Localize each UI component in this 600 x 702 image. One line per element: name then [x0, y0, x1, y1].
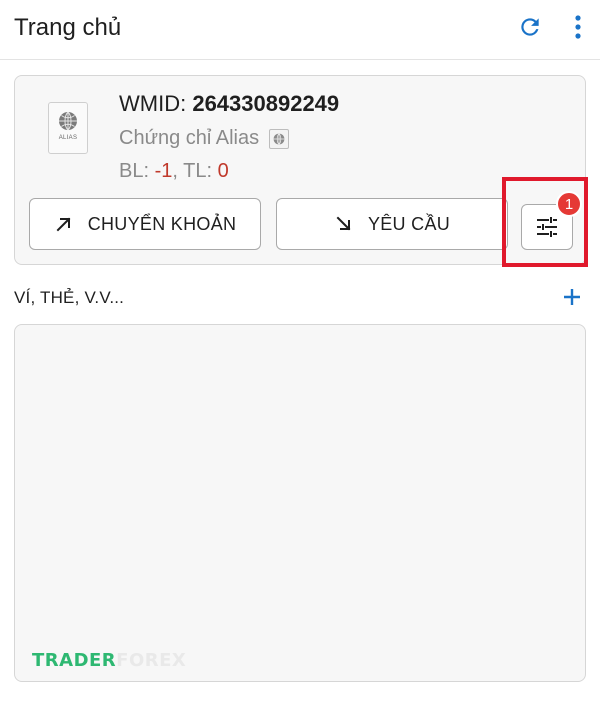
plus-icon [564, 289, 580, 305]
wallets-section-title: VÍ, THẺ, V.V... [14, 288, 125, 307]
wallets-panel [14, 324, 586, 682]
balance-separator: , [172, 160, 184, 182]
sliders-icon [537, 217, 557, 237]
bl-label: BL: [119, 160, 150, 182]
certificate-small-icon [269, 128, 290, 149]
arrow-up-right-icon [54, 214, 74, 234]
tl-label: TL: [183, 160, 213, 182]
add-wallet-button[interactable] [558, 283, 586, 311]
arrow-down-right-icon [334, 214, 354, 234]
transfer-button[interactable]: CHUYỂN KHOẢN [29, 198, 261, 250]
alias-icon-label: ALIAS [58, 135, 78, 141]
wmid-value: 264330892249 [192, 91, 340, 116]
notification-badge: 1 [556, 191, 582, 217]
app-root: Trang chủ ALIAS WMID: 264330892249 Chứng… [0, 0, 600, 702]
tl-value: 0 [217, 160, 229, 182]
watermark: TRADERFOREX [32, 650, 186, 671]
wmid-label: WMID: [119, 91, 187, 116]
transfer-button-label: CHUYỂN KHOẢN [87, 213, 237, 234]
page-title: Trang chủ [14, 14, 122, 41]
wmid-line: WMID: 264330892249 [119, 91, 339, 117]
watermark-part2: FOREX [116, 650, 187, 671]
webmoney-globe-icon [59, 111, 77, 131]
certificate-line: Chứng chỉ Alias [119, 127, 290, 150]
more-vertical-icon [575, 15, 581, 39]
bl-value: -1 [154, 160, 173, 182]
refresh-button[interactable] [515, 12, 545, 42]
request-button-label: YÊU CẦU [367, 213, 451, 234]
more-options-button[interactable] [565, 12, 591, 42]
certificate-text: Chứng chỉ Alias [119, 127, 260, 149]
balance-line: BL: -1, TL: 0 [119, 160, 229, 183]
watermark-part1: TRADER [32, 650, 117, 671]
alias-certificate-icon: ALIAS [48, 102, 88, 154]
account-card: ALIAS WMID: 264330892249 Chứng chỉ Alias… [14, 75, 586, 265]
request-button[interactable]: YÊU CẦU [276, 198, 508, 250]
top-bar: Trang chủ [0, 0, 600, 60]
refresh-icon [521, 18, 539, 36]
